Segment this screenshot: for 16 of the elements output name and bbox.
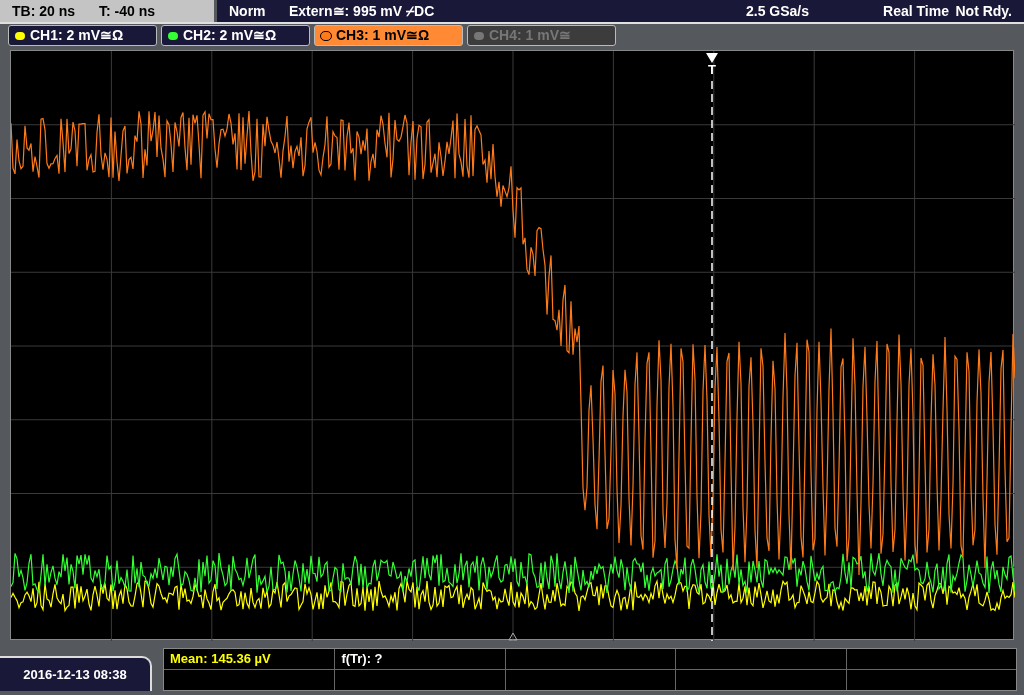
channel-tab[interactable]: CH1: 2 mV≅Ω	[8, 25, 157, 46]
date-time: 2016-12-13 08:38	[23, 665, 127, 684]
channel-tab[interactable]: CH2: 2 mV≅Ω	[161, 25, 310, 46]
table-cell: f(Tr): ?	[334, 649, 505, 670]
acquisition-mode: Real Time	[882, 1, 949, 21]
timebase-readout: TB: 20 ns	[12, 1, 75, 21]
table-cell: Mean: 145.36 µV	[164, 649, 335, 670]
trigger-offset-readout: T: -40 ns	[99, 1, 156, 21]
trigger-position-icon	[508, 632, 518, 641]
channel-tab[interactable]: CH3: 1 mV≅Ω	[314, 25, 463, 46]
trigger-mode: Norm	[229, 1, 267, 21]
acquisition-state: Not Rdy.	[954, 1, 1012, 21]
trigger-marker: T	[708, 63, 716, 76]
trigger-source: Extern≅: 995 mV ⌿DC	[289, 1, 436, 21]
sample-rate: 2.5 GSa/s	[744, 1, 809, 21]
trigger-arrow-icon	[706, 53, 718, 63]
